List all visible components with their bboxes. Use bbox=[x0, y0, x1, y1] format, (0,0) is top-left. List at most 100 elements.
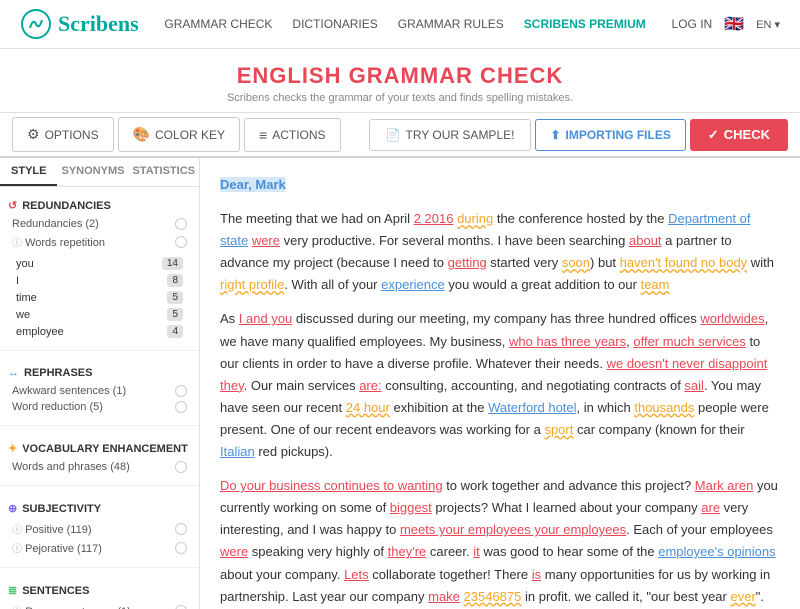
err-were: were bbox=[252, 233, 280, 248]
words-repetition-row[interactable]: ⓘ Words repetition bbox=[8, 232, 191, 251]
color-key-button[interactable]: 🎨 COLOR KEY bbox=[118, 117, 240, 152]
check-label: CHECK bbox=[724, 127, 770, 142]
err-were2: were bbox=[220, 544, 248, 559]
radio-positive[interactable] bbox=[175, 523, 187, 535]
err-who: who has three years bbox=[509, 334, 626, 349]
paragraph-3: Do your business continues to wanting to… bbox=[220, 475, 780, 609]
err-during: during bbox=[457, 211, 493, 226]
err-do-your: Do your business continues to wanting bbox=[220, 478, 443, 493]
sample-icon: 📄 bbox=[386, 128, 401, 142]
err-waterford: Waterford hotel bbox=[488, 400, 576, 415]
vocab-icon: ✦ bbox=[8, 442, 17, 455]
err-offer: offer much services bbox=[633, 334, 745, 349]
tab-synonyms[interactable]: SYNONYMS bbox=[57, 158, 128, 186]
import-label: IMPORTING FILES bbox=[566, 128, 671, 142]
color-key-label: COLOR KEY bbox=[155, 128, 225, 142]
nav-dictionaries[interactable]: DICTIONARIES bbox=[292, 17, 377, 31]
err-soon: soon bbox=[562, 255, 590, 270]
logo-text: Scribens bbox=[58, 11, 139, 37]
radio-words-rep[interactable] bbox=[175, 236, 187, 248]
err-meets: meets your employees your employees bbox=[400, 522, 626, 537]
paragraph-1: The meeting that we had on April 2 2016 … bbox=[220, 208, 780, 296]
vocabulary-title: ✦ VOCABULARY ENHANCEMENT bbox=[8, 442, 191, 455]
radio-run-on[interactable] bbox=[175, 605, 187, 609]
actions-icon: ≡ bbox=[259, 127, 267, 143]
nav-grammar-check[interactable]: GRAMMAR CHECK bbox=[164, 17, 272, 31]
import-icon: ⬆ bbox=[550, 128, 560, 142]
radio-awkward[interactable] bbox=[175, 385, 187, 397]
tab-statistics[interactable]: STATISTICS bbox=[128, 158, 199, 186]
tab-style[interactable]: STYLE bbox=[0, 158, 57, 186]
logo[interactable]: Scribens bbox=[20, 8, 139, 40]
nav-links: GRAMMAR CHECK DICTIONARIES GRAMMAR RULES… bbox=[164, 17, 645, 31]
options-button[interactable]: OPTIONS bbox=[12, 117, 114, 152]
try-sample-button[interactable]: 📄 TRY OUR SAMPLE! bbox=[369, 119, 532, 151]
err-theyre: they're bbox=[388, 544, 427, 559]
redundancies-title: ↺ REDUNDANCIES bbox=[8, 199, 191, 212]
paragraph-2: As I and you discussed during our meetin… bbox=[220, 308, 780, 463]
hero-title-highlight: GRAMMAR CHECK bbox=[349, 63, 564, 88]
words-phrases-row[interactable]: Words and phrases (48) bbox=[8, 459, 191, 475]
redundancies-row[interactable]: Redundancies (2) bbox=[8, 216, 191, 232]
subjectivity-section: ⊕ SUBJECTIVITY ⓘ Positive (119) ⓘ Pejora… bbox=[0, 490, 199, 563]
top-navigation: Scribens GRAMMAR CHECK DICTIONARIES GRAM… bbox=[0, 0, 800, 49]
rephrase-icon: ↔ bbox=[8, 367, 19, 379]
word-row-you: you 14 bbox=[8, 255, 191, 272]
err-lets: Lets bbox=[344, 567, 369, 582]
radio-redundancies[interactable] bbox=[175, 218, 187, 230]
err-is: is bbox=[532, 567, 541, 582]
err-right: right profile bbox=[220, 277, 284, 292]
salutation-para: Dear, Mark bbox=[220, 174, 780, 196]
err-i-and-you: I and you bbox=[239, 311, 293, 326]
awkward-sentences-row[interactable]: Awkward sentences (1) bbox=[8, 383, 191, 399]
err-sport: sport bbox=[544, 422, 573, 437]
divider-1 bbox=[0, 350, 199, 351]
logo-icon bbox=[20, 8, 52, 40]
positive-row[interactable]: ⓘ Positive (119) bbox=[8, 519, 191, 538]
redundancy-icon: ↺ bbox=[8, 199, 17, 212]
err-it: it bbox=[473, 544, 480, 559]
actions-button[interactable]: ≡ ACTIONS bbox=[244, 118, 341, 152]
divider-4 bbox=[0, 567, 199, 568]
language-dropdown[interactable]: EN ▾ bbox=[756, 18, 780, 31]
err-about: about bbox=[629, 233, 662, 248]
radio-vocab[interactable] bbox=[175, 461, 187, 473]
redundancies-section: ↺ REDUNDANCIES Redundancies (2) ⓘ Words … bbox=[0, 187, 199, 346]
rephrases-section: ↔ REPHRASES Awkward sentences (1) Word r… bbox=[0, 355, 199, 421]
text-area[interactable]: Dear, Mark The meeting that we had on Ap… bbox=[200, 158, 800, 609]
radio-word-reduction[interactable] bbox=[175, 401, 187, 413]
radio-pejorative[interactable] bbox=[175, 542, 187, 554]
err-thousands: thousands bbox=[634, 400, 694, 415]
err-employees: employee's opinions bbox=[658, 544, 775, 559]
login-button[interactable]: LOG IN bbox=[672, 17, 713, 31]
gear-icon bbox=[27, 126, 40, 143]
try-sample-label: TRY OUR SAMPLE! bbox=[406, 128, 515, 142]
pejorative-row[interactable]: ⓘ Pejorative (117) bbox=[8, 538, 191, 557]
err-biggest: biggest bbox=[390, 500, 432, 515]
pejorative-info-icon: ⓘ bbox=[12, 544, 22, 555]
main-content: STYLE SYNONYMS STATISTICS ↺ REDUNDANCIES… bbox=[0, 158, 800, 609]
sidebar-tabs: STYLE SYNONYMS STATISTICS bbox=[0, 158, 199, 187]
word-row-employee: employee 4 bbox=[8, 323, 191, 340]
salutation-text: Dear, Mark bbox=[220, 177, 286, 192]
nav-premium[interactable]: SCRIBENS PREMIUM bbox=[524, 17, 646, 31]
nav-grammar-rules[interactable]: GRAMMAR RULES bbox=[398, 17, 504, 31]
word-reduction-row[interactable]: Word reduction (5) bbox=[8, 399, 191, 415]
err-are: are: bbox=[359, 378, 381, 393]
subjectivity-title: ⊕ SUBJECTIVITY bbox=[8, 502, 191, 515]
hero-title-prefix: ENGLISH bbox=[237, 63, 342, 88]
options-label: OPTIONS bbox=[45, 128, 99, 142]
hero-subtitle: Scribens checks the grammar of your text… bbox=[0, 92, 800, 104]
divider-2 bbox=[0, 425, 199, 426]
err-worldwides: worldwides bbox=[700, 311, 764, 326]
language-flag[interactable]: 🇬🇧 bbox=[724, 14, 744, 34]
check-button[interactable]: ✓ CHECK bbox=[690, 119, 788, 151]
err-sail: sail bbox=[684, 378, 704, 393]
palette-icon: 🎨 bbox=[133, 126, 150, 143]
divider-3 bbox=[0, 485, 199, 486]
import-button[interactable]: ⬆ IMPORTING FILES bbox=[535, 119, 685, 151]
word-row-i: I 8 bbox=[8, 272, 191, 289]
run-on-row[interactable]: ⓘ Run-on sentences (1) bbox=[8, 601, 191, 609]
err-team: team bbox=[641, 277, 670, 292]
err-mark-aren: Mark aren bbox=[695, 478, 754, 493]
